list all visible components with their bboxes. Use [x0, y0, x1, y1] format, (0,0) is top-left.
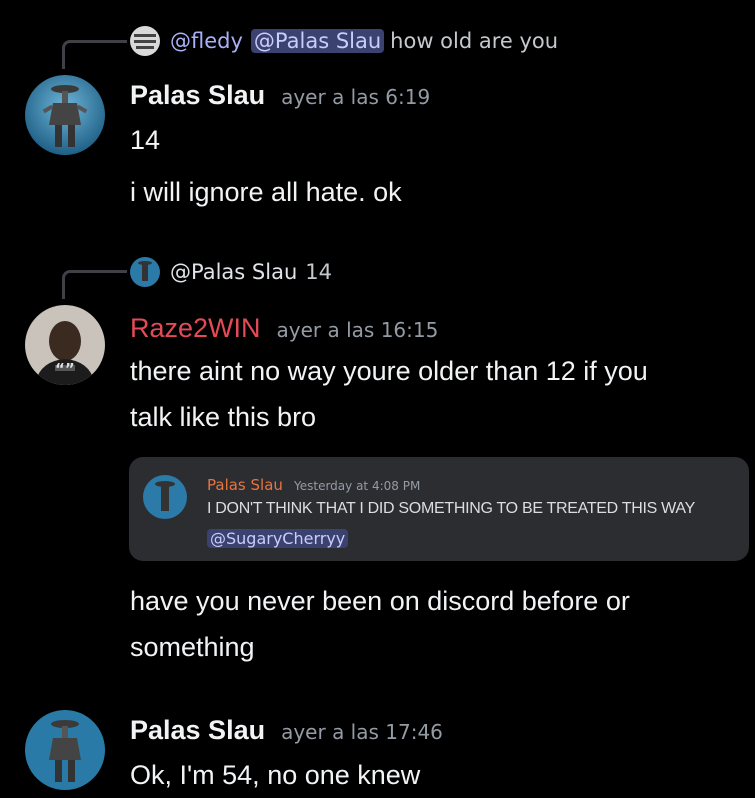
reply-text: how old are you — [390, 29, 559, 53]
robot-avatar-icon — [25, 710, 105, 790]
message-line: have you never been on discord before or — [130, 586, 630, 616]
reply-author[interactable]: @fledy — [170, 29, 243, 53]
message-line: there aint no way youre older than 12 if… — [130, 356, 648, 386]
message-line: i will ignore all hate. ok — [130, 177, 402, 207]
avatar[interactable] — [25, 710, 105, 790]
fledy-avatar — [130, 26, 160, 56]
timestamp: ayer a las 16:15 — [276, 318, 439, 342]
author-name[interactable]: Palas Slau — [130, 80, 265, 111]
message-line: something — [130, 632, 255, 662]
reply-author[interactable]: @Palas Slau — [170, 260, 297, 284]
reply-text: 14 — [305, 260, 332, 284]
embed-text: I DON'T THINK THAT I DID SOMETHING TO BE… — [207, 500, 695, 517]
quoted-message-embed[interactable]: Palas Slau Yesterday at 4:08 PM I DON'T … — [129, 457, 749, 561]
message-line: Ok, I'm 54, no one knew — [130, 760, 421, 790]
reply-connector — [62, 40, 127, 69]
reply-preview[interactable]: @fledy @Palas Slau how old are you — [130, 26, 558, 56]
author-name[interactable]: Palas Slau — [130, 715, 265, 746]
timestamp: ayer a las 17:46 — [281, 720, 443, 744]
avatar[interactable] — [25, 75, 105, 155]
palas-mini-avatar — [130, 257, 160, 287]
quote-badge: “” — [55, 360, 75, 378]
embed-avatar — [143, 475, 187, 519]
timestamp: ayer a las 6:19 — [281, 85, 431, 109]
embed-mention[interactable]: @SugaryCherryy — [207, 529, 349, 548]
embed-author[interactable]: Palas Slau — [207, 476, 283, 494]
mention-palas[interactable]: @Palas Slau — [250, 29, 385, 53]
message-line: talk like this bro — [130, 402, 317, 432]
reply-preview[interactable]: @Palas Slau 14 — [130, 257, 332, 287]
reply-connector — [62, 270, 127, 299]
author-name[interactable]: Raze2WIN — [130, 313, 261, 344]
robot-avatar-icon — [25, 75, 105, 155]
embed-timestamp: Yesterday at 4:08 PM — [294, 479, 421, 493]
message-line: 14 — [130, 125, 161, 155]
